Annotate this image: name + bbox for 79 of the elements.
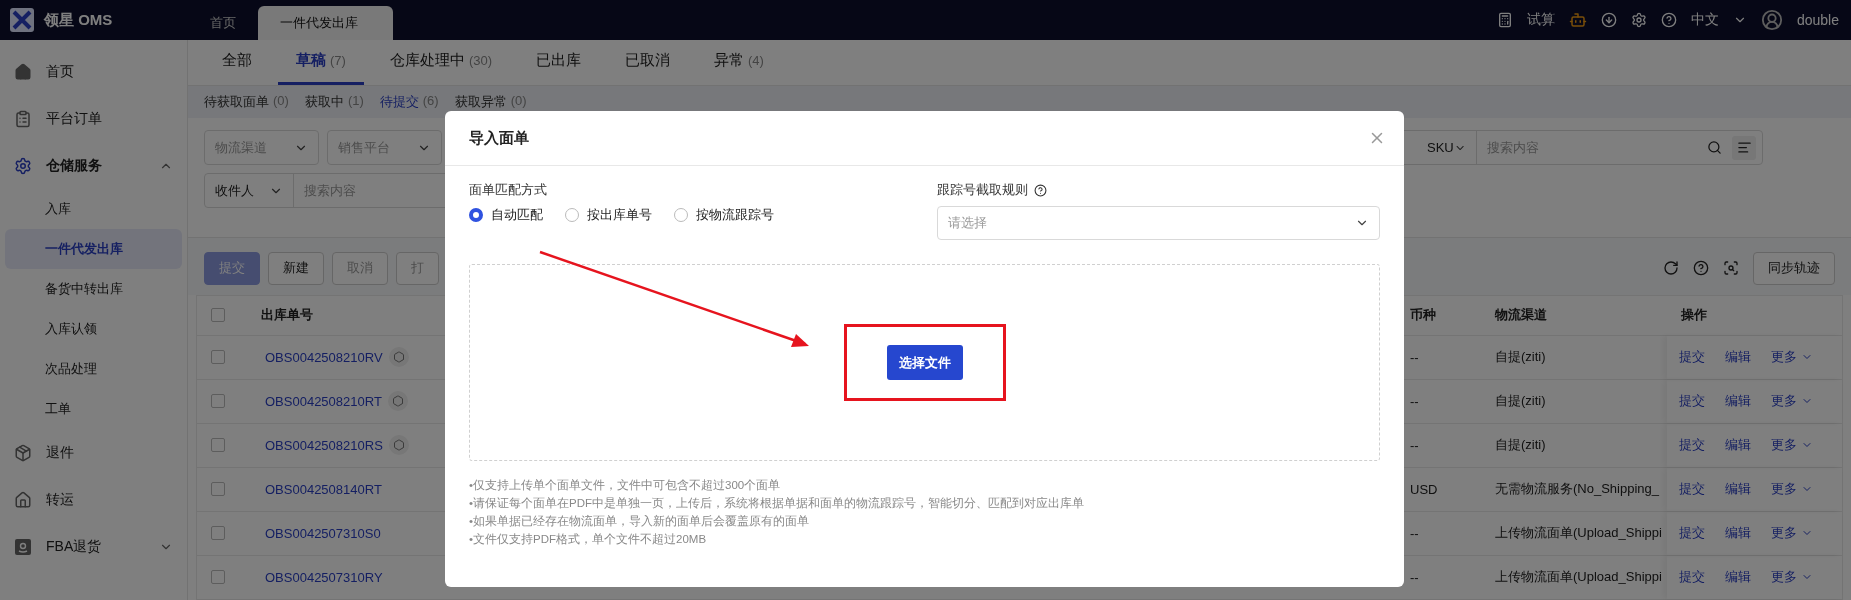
toolbar-button[interactable]: 新建 [268, 252, 324, 285]
upload-area[interactable]: 选择文件 [469, 264, 1380, 461]
sidebar-item[interactable]: 平台订单 [0, 95, 187, 142]
action-link[interactable]: 编辑 [1725, 392, 1751, 411]
sidebar-item[interactable]: 转运 [0, 476, 187, 523]
column-header: 操作 [1680, 306, 1708, 325]
sidebar-item[interactable]: 首页 [0, 48, 187, 95]
status-tab[interactable]: 仓库处理中 (30) [371, 40, 510, 85]
sidebar-subitem[interactable]: 次品处理 [5, 349, 182, 389]
action-link[interactable]: 提交 [1679, 524, 1705, 543]
more-link[interactable]: 更多 [1771, 524, 1813, 543]
table-cell-text: -- [1409, 349, 1420, 367]
status-tab[interactable]: 全部 [204, 40, 270, 85]
note-text: •仅支持上传单个面单文件，文件中可包含不超过300个面单 [469, 478, 782, 493]
language-menu[interactable]: 中文 [1690, 11, 1719, 29]
order-link[interactable]: OBS0042508140RT [265, 482, 382, 497]
radio-option[interactable]: 按出库单号 [565, 206, 652, 224]
action-link[interactable]: 提交 [1679, 436, 1705, 455]
status-tab[interactable]: 已取消 [607, 40, 688, 85]
more-link[interactable]: 更多 [1771, 568, 1813, 587]
more-link[interactable]: 更多 [1771, 348, 1813, 367]
sidebar-item[interactable]: 退件 [0, 429, 187, 476]
table-cell-text: -- [1409, 569, 1420, 587]
sidebar-subitem[interactable]: 入库 [5, 189, 182, 229]
radio-option[interactable]: 自动匹配 [469, 206, 543, 224]
action-link[interactable]: 提交 [1679, 392, 1705, 411]
sidebar-subitem[interactable]: 工单 [5, 389, 182, 429]
action-link[interactable]: 编辑 [1725, 348, 1751, 367]
sidebar-subitem[interactable]: 入库认领 [5, 309, 182, 349]
more-link[interactable]: 更多 [1771, 436, 1813, 455]
table-cell-text: 自提(ziti) [1494, 348, 1547, 367]
page-tab[interactable]: 首页 [188, 6, 258, 40]
rule-select[interactable]: 请选择 [937, 206, 1380, 240]
sync-button[interactable]: 同步轨迹 [1753, 252, 1835, 285]
brand-name: 领星 OMS [44, 10, 113, 30]
more-link[interactable]: 更多 [1771, 480, 1813, 499]
order-link[interactable]: OBS0042507310RY [265, 570, 383, 585]
radio-option[interactable]: 按物流跟踪号 [674, 206, 774, 224]
field-select[interactable]: 收件人 [205, 174, 294, 208]
more-link[interactable]: 更多 [1771, 392, 1813, 411]
field-label: 面单匹配方式 [469, 181, 548, 199]
choose-file-button[interactable]: 选择文件 [886, 345, 963, 380]
note-text: •文件仅支持PDF格式，单个文件不超过20MB [469, 532, 708, 547]
sidebar-subitem[interactable]: 备货中转出库 [5, 269, 182, 309]
note-text: •如果单据已经存在物流面单，导入新的面单后会覆盖原有的面单 [469, 514, 811, 529]
table-cell-text: 自提(ziti) [1494, 436, 1547, 455]
action-link[interactable]: 编辑 [1725, 524, 1751, 543]
table-cell-text: -- [1409, 525, 1420, 543]
table-cell-text: -- [1409, 437, 1420, 455]
page-tab[interactable]: 一件代发出库 [258, 6, 393, 40]
order-link[interactable]: OBS0042507310S0 [265, 526, 381, 541]
action-link[interactable]: 编辑 [1725, 568, 1751, 587]
action-link[interactable]: 提交 [1679, 568, 1705, 587]
table-cell-text: 上传物流面单(Upload_Shippi [1494, 524, 1663, 543]
table-cell-text: 无需物流服务(No_Shipping_ [1494, 480, 1660, 499]
sidebar-item[interactable]: FBA退货 [0, 523, 187, 570]
column-header: 出库单号 [260, 306, 314, 325]
action-link[interactable]: 提交 [1679, 348, 1705, 367]
table-cell-text: -- [1409, 393, 1420, 411]
table-cell-text: 上传物流面单(Upload_Shippi [1494, 568, 1663, 587]
sidebar-item[interactable]: 仓储服务 [0, 142, 187, 189]
table-cell-text: 自提(ziti) [1494, 392, 1547, 411]
action-link[interactable]: 编辑 [1725, 436, 1751, 455]
action-link[interactable]: 提交 [1679, 480, 1705, 499]
field-label: 跟踪号截取规则 [937, 181, 1028, 199]
order-link[interactable]: OBS0042508210RS [265, 438, 383, 453]
order-link[interactable]: OBS0042508210RV [265, 350, 383, 365]
status-tab[interactable]: 异常 (4) [696, 40, 782, 85]
status-tab[interactable]: 已出库 [518, 40, 599, 85]
action-link[interactable]: 编辑 [1725, 480, 1751, 499]
trial-link[interactable]: 试算 [1526, 11, 1555, 29]
column-header: 币种 [1409, 306, 1437, 325]
sidebar-subitem[interactable]: 一件代发出库 [5, 229, 182, 269]
order-link[interactable]: OBS0042508210RT [265, 394, 382, 409]
user-name[interactable]: double [1796, 12, 1839, 28]
table-cell-text: USD [1409, 481, 1439, 499]
column-header: 物流渠道 [1494, 306, 1548, 325]
note-text: •请保证每个面单在PDF中是单独一页，上传后，系统将根据单据和面单的物流跟踪号，智能切分、匹配到对应出库单 [469, 496, 1086, 511]
dialog-title: 导入面单 [469, 128, 529, 148]
